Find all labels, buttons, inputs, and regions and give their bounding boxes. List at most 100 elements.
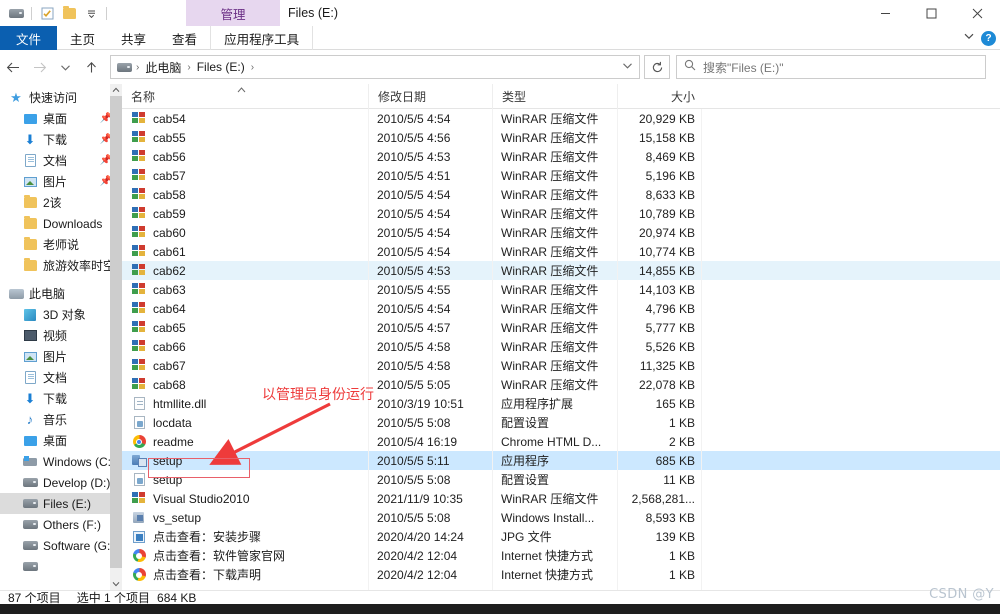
up-icon[interactable] <box>78 54 104 80</box>
maximize-button[interactable] <box>908 0 954 26</box>
column-header-date[interactable]: 修改日期 <box>368 84 492 109</box>
navigation-bar: › 此电脑 › Files (E:) › 搜索"Files (E:)" <box>0 51 1000 83</box>
sidebar-item-folder-lvyou[interactable]: 旅游效率时空演化 <box>0 255 122 276</box>
contextual-tab-manage[interactable]: 管理 <box>186 0 280 26</box>
sidebar-item-documents-pc[interactable]: 文档 <box>0 367 122 388</box>
main-content: ★ 快速访问 桌面 📌 ⬇ 下载 📌 文档 📌 图片 📌 2该 Download… <box>0 84 1000 590</box>
table-row[interactable]: setup 2010/5/5 5:08 配置设置 11 KB <box>122 470 1000 489</box>
table-row[interactable]: cab67 2010/5/5 4:58 WinRAR 压缩文件 11,325 KB <box>122 356 1000 375</box>
table-row[interactable]: cab59 2010/5/5 4:54 WinRAR 压缩文件 10,789 KB <box>122 204 1000 223</box>
sidebar-scroll-thumb[interactable] <box>110 96 122 568</box>
table-row[interactable]: vs_setup 2010/5/5 5:08 Windows Install... 8… <box>122 508 1000 527</box>
table-row[interactable]: cab64 2010/5/5 4:54 WinRAR 压缩文件 4,796 KB <box>122 299 1000 318</box>
file-name-cell: cab63 <box>122 282 368 298</box>
tab-share[interactable]: 共享 <box>108 26 159 50</box>
sidebar-item-folder-2gai[interactable]: 2该 <box>0 192 122 213</box>
new-folder-icon[interactable] <box>59 3 79 23</box>
sidebar-item-drive-d[interactable]: Develop (D:) <box>0 472 122 493</box>
table-row[interactable]: cab62 2010/5/5 4:53 WinRAR 压缩文件 14,855 KB <box>122 261 1000 280</box>
sidebar-label: 文档 <box>43 371 68 385</box>
customize-dropdown-icon[interactable] <box>81 3 101 23</box>
watermark: CSDN @Y <box>929 587 994 602</box>
sidebar-item-desktop[interactable]: 桌面 📌 <box>0 108 122 129</box>
drive-icon[interactable] <box>6 3 26 23</box>
sidebar-item-drive-f[interactable]: Others (F:) <box>0 514 122 535</box>
breadcrumb-this-pc[interactable]: 此电脑 <box>143 59 183 76</box>
tab-view[interactable]: 查看 <box>159 26 210 50</box>
sidebar-item-partial[interactable] <box>0 556 122 577</box>
table-row[interactable]: Visual Studio2010 2021/11/9 10:35 WinRAR 压… <box>122 489 1000 508</box>
refresh-icon[interactable] <box>644 55 670 79</box>
sidebar-item-drive-g[interactable]: Software (G:) <box>0 535 122 556</box>
sidebar-item-pictures[interactable]: 图片 📌 <box>0 171 122 192</box>
sidebar-item-desktop-pc[interactable]: 桌面 <box>0 430 122 451</box>
search-box[interactable]: 搜索"Files (E:)" <box>676 55 986 79</box>
table-row[interactable]: cab55 2010/5/5 4:56 WinRAR 压缩文件 15,158 KB <box>122 128 1000 147</box>
chevron-down-icon[interactable] <box>963 29 975 47</box>
sidebar-item-downloads[interactable]: ⬇ 下载 📌 <box>0 129 122 150</box>
winrar-icon <box>131 168 147 184</box>
winrar-icon <box>131 358 147 374</box>
table-row[interactable]: cab65 2010/5/5 4:57 WinRAR 压缩文件 5,777 KB <box>122 318 1000 337</box>
file-size: 2,568,281... <box>631 491 695 506</box>
column-header-size[interactable]: 大小 <box>617 84 701 109</box>
properties-icon[interactable] <box>37 3 57 23</box>
file-size: 10,774 KB <box>638 244 695 259</box>
column-header-name[interactable]: 名称 <box>122 84 368 109</box>
table-row[interactable]: cab57 2010/5/5 4:51 WinRAR 压缩文件 5,196 KB <box>122 166 1000 185</box>
tab-file[interactable]: 文件 <box>0 26 58 50</box>
desktop-icon <box>22 433 38 449</box>
table-row[interactable]: cab58 2010/5/5 4:54 WinRAR 压缩文件 8,633 KB <box>122 185 1000 204</box>
sidebar-item-drive-c[interactable]: Windows (C:) <box>0 451 122 472</box>
recent-locations-icon[interactable] <box>52 54 78 80</box>
table-row[interactable]: cab63 2010/5/5 4:55 WinRAR 压缩文件 14,103 KB <box>122 280 1000 299</box>
table-row[interactable]: cab66 2010/5/5 4:58 WinRAR 压缩文件 5,526 KB <box>122 337 1000 356</box>
sidebar-item-drive-e[interactable]: Files (E:) <box>0 493 122 514</box>
help-icon[interactable]: ? <box>981 30 996 46</box>
close-button[interactable] <box>954 0 1000 26</box>
sidebar-item-documents[interactable]: 文档 📌 <box>0 150 122 171</box>
sidebar-scrollbar[interactable] <box>110 84 122 590</box>
sidebar-item-3d-objects[interactable]: 3D 对象 <box>0 304 122 325</box>
table-row[interactable]: cab61 2010/5/5 4:54 WinRAR 压缩文件 10,774 KB <box>122 242 1000 261</box>
table-row[interactable]: 点击查看：软件管家官网 2020/4/2 12:04 Internet 快捷方式 1 … <box>122 546 1000 565</box>
table-row[interactable]: setup 2010/5/5 5:11 应用程序 685 KB <box>122 451 1000 470</box>
table-row[interactable]: cab54 2010/5/5 4:54 WinRAR 压缩文件 20,929 KB <box>122 109 1000 128</box>
column-header-type[interactable]: 类型 <box>492 84 617 109</box>
file-type: Chrome HTML D... <box>501 434 602 449</box>
forward-icon[interactable] <box>26 54 52 80</box>
table-row[interactable]: cab56 2010/5/5 4:53 WinRAR 压缩文件 8,469 KB <box>122 147 1000 166</box>
file-type: WinRAR 压缩文件 <box>501 302 599 316</box>
tab-home[interactable]: 主页 <box>57 26 108 50</box>
file-date: 2010/5/5 4:53 <box>377 149 451 164</box>
tab-application-tools[interactable]: 应用程序工具 <box>210 26 314 50</box>
table-row[interactable]: cab60 2010/5/5 4:54 WinRAR 压缩文件 20,974 KB <box>122 223 1000 242</box>
jpg-icon <box>131 529 147 545</box>
folder-icon <box>22 195 38 211</box>
table-row[interactable]: 点击查看：安装步骤 2020/4/20 14:24 JPG 文件 139 KB <box>122 527 1000 546</box>
table-row[interactable]: readme 2010/5/4 16:19 Chrome HTML D... 2 KB <box>122 432 1000 451</box>
sidebar-item-videos[interactable]: 视频 <box>0 325 122 346</box>
sidebar-item-folder-downloads[interactable]: Downloads <box>0 213 122 234</box>
table-row[interactable]: cab68 2010/5/5 5:05 WinRAR 压缩文件 22,078 KB <box>122 375 1000 394</box>
sidebar-item-folder-laoshishuo[interactable]: 老师说 <box>0 234 122 255</box>
table-row[interactable]: htmllite.dll 2010/3/19 10:51 应用程序扩展 165 KB <box>122 394 1000 413</box>
file-name: readme <box>153 434 194 449</box>
breadcrumb-separator-2[interactable]: › <box>250 62 255 73</box>
back-icon[interactable] <box>0 54 26 80</box>
search-input[interactable]: 搜索"Files (E:)" <box>703 59 784 76</box>
breadcrumb-files-e[interactable]: Files (E:) <box>195 60 247 74</box>
file-size: 11,325 KB <box>639 358 695 373</box>
minimize-button[interactable] <box>862 0 908 26</box>
sidebar-item-music[interactable]: ♪ 音乐 <box>0 409 122 430</box>
table-row[interactable]: locdata 2010/5/5 5:08 配置设置 1 KB <box>122 413 1000 432</box>
annotation-highlight-box-setup <box>148 458 250 478</box>
table-row[interactable]: 点击查看：下载声明 2020/4/2 12:04 Internet 快捷方式 1 KB <box>122 565 1000 584</box>
address-bar[interactable]: › 此电脑 › Files (E:) › <box>110 55 640 79</box>
sidebar-item-quick-access[interactable]: ★ 快速访问 <box>0 87 122 108</box>
sidebar-item-this-pc[interactable]: 此电脑 <box>0 283 122 304</box>
sidebar-item-downloads-pc[interactable]: ⬇ 下载 <box>0 388 122 409</box>
scroll-up-icon[interactable] <box>110 84 122 96</box>
address-dropdown-icon[interactable] <box>622 60 633 74</box>
sidebar-item-pictures-pc[interactable]: 图片 <box>0 346 122 367</box>
